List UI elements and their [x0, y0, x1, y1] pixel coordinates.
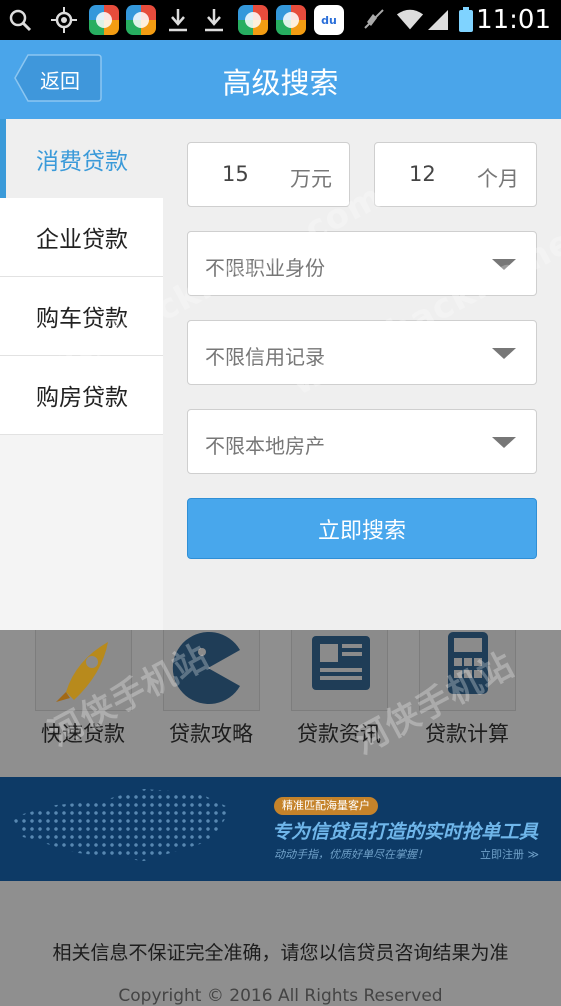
locate-icon	[50, 6, 78, 34]
term-value: 12	[409, 162, 436, 186]
app-icon	[126, 5, 156, 35]
search-icon	[6, 6, 34, 34]
loan-news-tile[interactable]	[291, 630, 388, 711]
term-unit: 个月	[477, 167, 519, 191]
amount-field[interactable]: 15 万元	[187, 142, 350, 207]
download-icon	[200, 6, 228, 34]
china-map-graphic	[12, 789, 232, 861]
baidu-icon: du	[314, 5, 344, 35]
sidebar-item-business-loan[interactable]: 企业贷款	[0, 198, 163, 277]
sidebar-item-label: 消费贷款	[36, 148, 128, 175]
term-field[interactable]: 12 个月	[374, 142, 537, 207]
mute-icon	[360, 6, 388, 34]
local-property-select-value: 不限本地房产	[205, 434, 325, 458]
local-property-select[interactable]: 不限本地房产	[187, 409, 537, 474]
register-link[interactable]: 立即注册 ≫	[480, 846, 539, 862]
wifi-icon	[396, 6, 424, 34]
loan-guide-label: 贷款攻略	[169, 722, 253, 746]
disclaimer-text: 相关信息不保证完全准确，请您以信贷员咨询结果为准	[52, 942, 509, 964]
sidebar-item-label: 企业贷款	[36, 227, 128, 253]
newspaper-icon	[312, 636, 370, 690]
banner-subtitle: 动动手指，优质好单尽在掌握！	[274, 848, 428, 861]
amount-unit: 万元	[290, 167, 332, 191]
copyright-text: Copyright © 2016 All Rights Reserved	[118, 986, 443, 1006]
app-icon	[276, 5, 306, 35]
app-icon	[238, 5, 268, 35]
title-bar: 返回 高级搜索	[0, 40, 561, 119]
app-icon	[89, 5, 119, 35]
promo-banner[interactable]: 精准匹配海量客户 专为信贷员打造的实时抢单工具 动动手指，优质好单尽在掌握！ 立…	[0, 777, 561, 881]
signal-icon	[424, 6, 452, 34]
search-now-button[interactable]: 立即搜索	[187, 498, 537, 559]
dropdown-arrow-icon	[492, 437, 516, 448]
page-title: 高级搜索	[222, 66, 339, 100]
status-bar: du 11:01	[0, 0, 561, 40]
sidebar-item-consumer-loan[interactable]: 消费贷款	[0, 119, 163, 198]
dropdown-arrow-icon	[492, 348, 516, 359]
advanced-search-panel: 消费贷款 企业贷款 购车贷款 购房贷款 15 万元 12 个月 不限职业身份 不…	[0, 119, 561, 630]
banner-title: 专为信贷员打造的实时抢单工具	[272, 821, 539, 843]
baidu-icon-text: du	[321, 13, 337, 27]
banner-tag: 精准匹配海量客户	[274, 797, 378, 815]
download-icon	[164, 6, 192, 34]
amount-value: 15	[222, 162, 249, 186]
clock: 11:01	[476, 5, 551, 35]
